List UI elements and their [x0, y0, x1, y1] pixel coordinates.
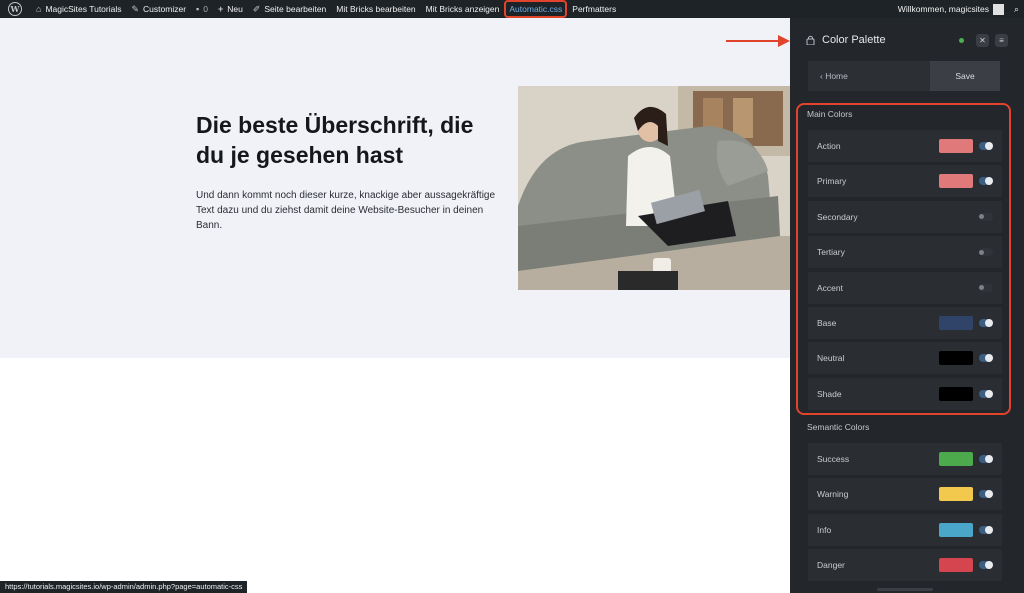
new-label: Neu — [227, 4, 243, 14]
color-row-primary[interactable]: Primary — [808, 165, 1002, 198]
avatar — [992, 3, 1004, 15]
annotation-arrow — [726, 35, 790, 47]
lock-icon — [806, 35, 815, 45]
color-row-label: Danger — [817, 560, 845, 571]
edit-page-link[interactable]: ✐ Seite bearbeiten — [248, 0, 331, 18]
panel-nav: ‹ Home Save — [808, 61, 1000, 91]
automatic-css-link[interactable]: Automatic.css — [504, 0, 568, 18]
hero-heading: Die beste Überschrift, die du je gesehen… — [196, 112, 474, 168]
view-bricks-label: Mit Bricks anzeigen — [425, 4, 500, 14]
status-dot — [959, 37, 964, 43]
enable-toggle[interactable] — [979, 142, 993, 150]
color-row-success[interactable]: Success — [808, 443, 1002, 475]
close-button[interactable]: ✕ — [976, 33, 989, 47]
edit-with-bricks-link[interactable]: Mit Bricks bearbeiten — [331, 0, 420, 18]
customizer-label: Customizer — [143, 4, 187, 14]
color-row-shade[interactable]: Shade — [808, 377, 1002, 410]
wordpress-logo-button[interactable]: W — [0, 0, 31, 18]
view-with-bricks-link[interactable]: Mit Bricks anzeigen — [421, 0, 505, 18]
search-button[interactable]: ⌕ — [1009, 0, 1024, 18]
color-row-label: Action — [817, 141, 841, 151]
panel-header: Color Palette ✕ ≡ — [790, 18, 1024, 62]
enable-toggle[interactable] — [979, 389, 993, 398]
color-palette-panel: Color Palette ✕ ≡ ‹ Home Save Main Color… — [790, 18, 1024, 593]
comments-link[interactable]: ▪ 0 — [191, 0, 213, 18]
enable-toggle[interactable] — [979, 319, 993, 327]
hero-text: Und dann kommt noch dieser kurze, knacki… — [196, 190, 496, 231]
welcome-label: Willkommen, magicsites — [897, 4, 989, 14]
enable-toggle[interactable] — [979, 490, 993, 499]
comments-count: 0 — [203, 4, 208, 14]
perfmatters-link[interactable]: Perfmatters — [567, 0, 621, 18]
color-row-danger[interactable]: Danger — [808, 549, 1002, 582]
account-menu[interactable]: Willkommen, magicsites — [893, 0, 1009, 18]
menu-button[interactable]: ≡ — [995, 33, 1008, 47]
hero-image — [518, 86, 790, 290]
new-content-link[interactable]: + Neu — [213, 0, 248, 18]
pencil-icon: ✐ — [252, 3, 261, 14]
panel-scrollbar[interactable] — [877, 588, 933, 591]
color-swatch[interactable] — [939, 316, 973, 330]
color-row-neutral[interactable]: Neutral — [808, 342, 1002, 375]
brush-icon: ✎ — [131, 3, 140, 14]
home-button[interactable]: ‹ Home — [808, 61, 930, 91]
enable-toggle[interactable] — [979, 248, 993, 257]
color-row-secondary[interactable]: Secondary — [808, 200, 1002, 233]
perfmatters-label: Perfmatters — [572, 4, 617, 14]
automatic-css-label: Automatic.css — [509, 4, 563, 14]
enable-toggle[interactable] — [979, 354, 993, 363]
color-row-tertiary[interactable]: Tertiary — [808, 236, 1002, 269]
comment-icon: ▪ — [196, 4, 200, 14]
home-icon: ⌂ — [36, 4, 42, 14]
save-button[interactable]: Save — [930, 61, 1000, 91]
color-swatch[interactable] — [939, 522, 973, 537]
color-row-label: Accent — [817, 282, 843, 293]
search-icon: ⌕ — [1013, 3, 1019, 14]
color-row-label: Secondary — [817, 211, 858, 222]
color-swatch[interactable] — [939, 487, 973, 502]
color-row-label: Base — [817, 318, 837, 328]
customizer-link[interactable]: ✎ Customizer — [127, 0, 192, 18]
color-row-base[interactable]: Base — [808, 307, 1002, 339]
color-row-warning[interactable]: Warning — [808, 478, 1002, 511]
edit-page-label: Seite bearbeiten — [264, 4, 327, 14]
color-row-label: Shade — [817, 388, 842, 399]
enable-toggle[interactable] — [979, 283, 993, 292]
color-swatch[interactable] — [939, 351, 973, 366]
color-row-label: Info — [817, 524, 832, 535]
color-row-info[interactable]: Info — [808, 513, 1002, 546]
semantic-colors-heading: Semantic Colors — [807, 422, 870, 432]
woman-laptop-photo — [518, 86, 790, 290]
color-row-label: Primary — [817, 176, 847, 187]
color-row-action[interactable]: Action — [808, 130, 1002, 162]
main-colors-heading: Main Colors — [807, 109, 853, 119]
enable-toggle[interactable] — [979, 525, 993, 534]
enable-toggle[interactable] — [979, 212, 993, 221]
color-swatch[interactable] — [939, 558, 973, 573]
enable-toggle[interactable] — [979, 455, 993, 463]
enable-toggle[interactable] — [979, 177, 993, 186]
site-name-label: MagicSites Tutorials — [45, 4, 122, 14]
color-row-label: Neutral — [817, 353, 845, 364]
color-row-label: Warning — [817, 489, 849, 500]
color-swatch[interactable] — [939, 139, 973, 153]
site-name-link[interactable]: ⌂ MagicSites Tutorials — [31, 0, 127, 18]
color-row-label: Tertiary — [817, 247, 845, 258]
color-swatch[interactable] — [939, 452, 973, 466]
color-row-accent[interactable]: Accent — [808, 271, 1002, 304]
color-row-label: Success — [817, 454, 850, 464]
edit-bricks-label: Mit Bricks bearbeiten — [336, 4, 416, 14]
panel-title: Color Palette — [822, 34, 886, 46]
color-swatch[interactable] — [939, 174, 973, 189]
status-bar-url: https://tutorials.magicsites.io/wp-admin… — [0, 581, 248, 593]
color-swatch[interactable] — [939, 386, 973, 401]
wordpress-icon: W — [8, 2, 22, 16]
enable-toggle[interactable] — [979, 561, 993, 570]
plus-icon: + — [217, 4, 224, 14]
admin-bar: W ⌂ MagicSites Tutorials ✎ Customizer ▪ … — [0, 0, 1024, 18]
